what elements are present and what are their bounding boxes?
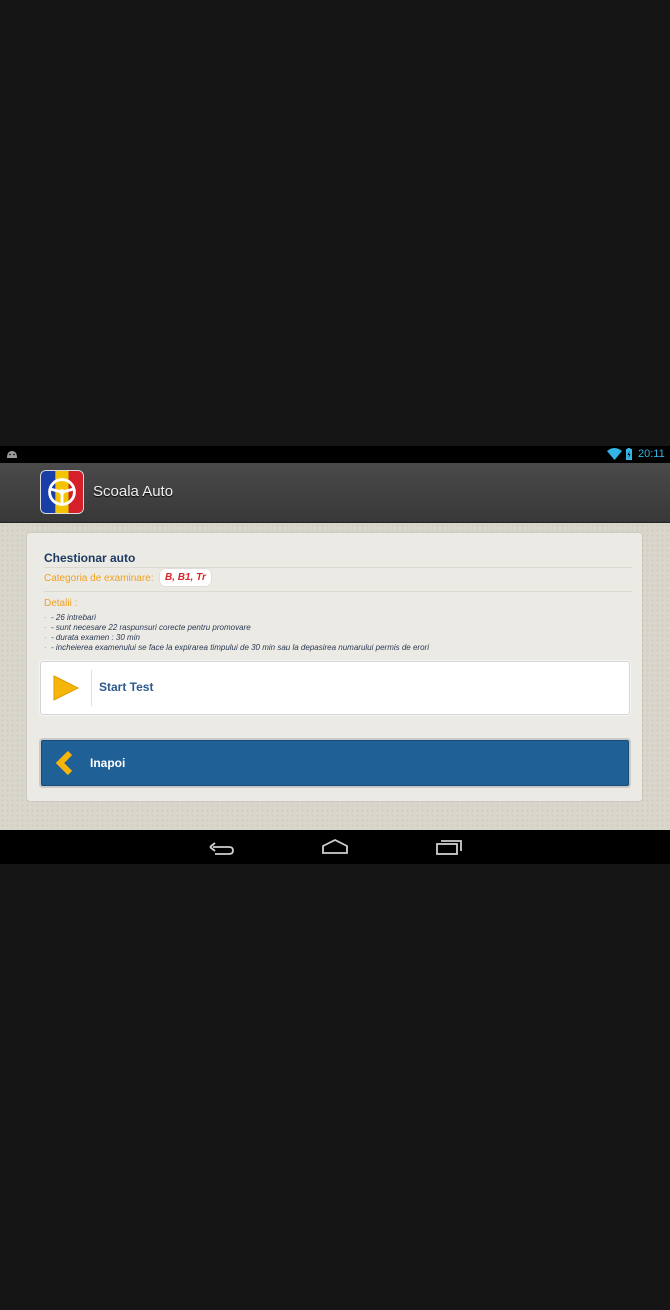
list-item: · - incheierea examenului se face la expi…	[44, 643, 429, 652]
category-badge: B, B1, Tr	[160, 569, 211, 586]
back-label: Inapoi	[90, 756, 126, 770]
back-button[interactable]: Inapoi	[41, 740, 629, 786]
details-list: · - 26 intrebari · - sunt necesare 22 rasp…	[44, 613, 429, 653]
button-divider	[91, 670, 92, 706]
content-area: Chestionar auto Categoria de examinare: …	[0, 523, 670, 830]
page-title: Chestionar auto	[44, 551, 136, 565]
test-panel: Chestionar auto Categoria de examinare: …	[27, 533, 642, 801]
status-bar: 20:11	[0, 446, 670, 463]
detail-text: - durata examen : 30 min	[51, 633, 140, 642]
divider	[44, 591, 632, 592]
start-test-button[interactable]: Start Test	[40, 661, 630, 715]
details-label: Detalii :	[44, 598, 78, 609]
wifi-icon	[607, 448, 622, 460]
divider	[44, 567, 632, 568]
status-clock: 20:11	[638, 448, 665, 460]
action-bar: Scoala Auto	[0, 463, 670, 523]
home-icon[interactable]	[321, 838, 349, 856]
list-item: · - 26 intrebari	[44, 613, 96, 622]
navigation-bar	[0, 830, 670, 864]
detail-text: - sunt necesare 22 raspunsuri corecte pe…	[51, 623, 251, 632]
battery-icon	[626, 448, 632, 460]
app-title: Scoala Auto	[93, 483, 174, 500]
detail-text: - incheierea examenului se face la expir…	[51, 643, 429, 652]
category-label: Categoria de examinare:	[44, 573, 154, 584]
steering-wheel-icon[interactable]	[40, 470, 84, 514]
list-item: · - durata examen : 30 min	[44, 633, 140, 642]
list-item: · - sunt necesare 22 raspunsuri corecte p…	[44, 623, 251, 632]
chevron-left-icon	[55, 751, 73, 775]
back-icon[interactable]	[209, 838, 235, 856]
play-icon	[53, 675, 80, 701]
start-test-label: Start Test	[99, 680, 154, 694]
recent-apps-icon[interactable]	[435, 838, 463, 856]
detail-text: - 26 intrebari	[51, 613, 96, 622]
android-icon	[7, 451, 17, 458]
